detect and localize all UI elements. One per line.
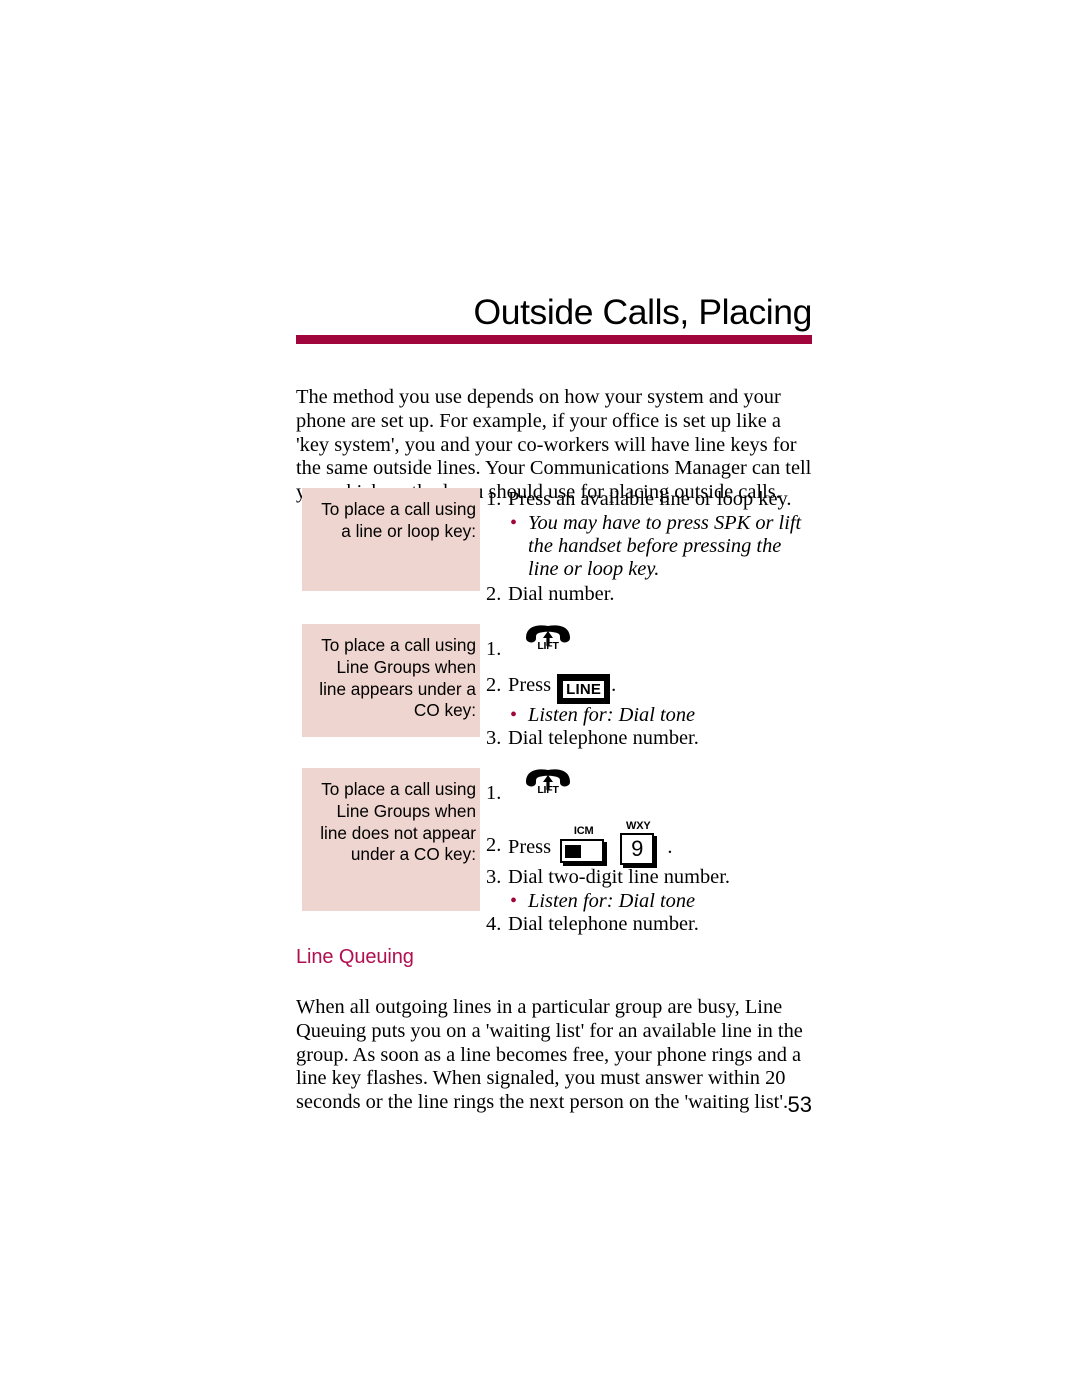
- step-text: Press an available line or loop key.: [508, 488, 792, 510]
- bullet-icon: •: [510, 511, 518, 534]
- digit-key-letters: WXY: [626, 820, 651, 832]
- step-text: Dial telephone number.: [508, 726, 699, 749]
- step-item: 1. Press an available line or loop key.: [486, 488, 816, 512]
- page-number: 53: [787, 1092, 812, 1117]
- lift-icon-label: LIFT: [537, 640, 559, 652]
- step-number: 4.: [486, 912, 502, 935]
- step-number: 2.: [486, 674, 502, 696]
- instruction-block-label: To place a call using a line or loop key…: [302, 488, 480, 591]
- step-number: 3.: [486, 726, 502, 749]
- step-item: 3. Dial two-digit line number.: [486, 866, 816, 890]
- instruction-steps-list: 1. LIFT 2. Press LINE. • Listen for: Dia…: [486, 624, 816, 750]
- instruction-block-co-key-appears: To place a call using Line Groups when l…: [296, 624, 816, 749]
- bullet-icon: •: [510, 889, 518, 912]
- document-page: Outside Calls, Placing The method you us…: [0, 0, 1080, 1397]
- icm-key-icon[interactable]: ICM: [559, 825, 608, 867]
- step-text: Press: [508, 836, 552, 858]
- title-rule-divider: [296, 335, 812, 345]
- icm-key-indicator: [565, 845, 582, 858]
- lift-handset-icon: LIFT: [520, 768, 576, 802]
- step-note-text: Listen for: Dial tone: [528, 889, 696, 912]
- step-note: • You may have to press SPK or lift the …: [486, 512, 816, 582]
- step-text: Dial telephone number.: [508, 912, 699, 935]
- instruction-block-line-or-loop-key: To place a call using a line or loop key…: [296, 488, 816, 608]
- step-suffix: .: [611, 674, 617, 696]
- step-item: 2. Press LINE.: [486, 674, 816, 704]
- instruction-block-co-key-not-appears: To place a call using Line Groups when l…: [296, 768, 816, 935]
- step-text: Dial number.: [508, 583, 615, 606]
- page-header: Outside Calls, Placing: [296, 292, 813, 345]
- step-item: 2. Dial number.: [486, 583, 816, 607]
- bullet-icon: •: [510, 703, 518, 726]
- step-note-text: Listen for: Dial tone: [528, 703, 696, 726]
- lift-icon-label: LIFT: [537, 784, 559, 796]
- step-number: 1.: [486, 782, 502, 804]
- step-number: 2.: [486, 834, 502, 856]
- page-title: Outside Calls, Placing: [473, 292, 813, 332]
- step-text: Press: [508, 674, 552, 696]
- lift-handset-icon: LIFT: [520, 624, 576, 658]
- step-item: 1. LIFT: [486, 624, 816, 670]
- step-number: 2.: [486, 583, 502, 606]
- icm-key-body: [560, 839, 605, 863]
- line-key-label: LINE: [562, 680, 606, 699]
- instruction-block-label: To place a call using Line Groups when l…: [302, 624, 480, 737]
- step-number: 1.: [486, 638, 502, 660]
- step-note-text: You may have to press SPK or lift the ha…: [528, 511, 802, 580]
- step-item: 4. Dial telephone number.: [486, 913, 816, 937]
- instruction-block-label: To place a call using Line Groups when l…: [302, 768, 480, 911]
- instruction-steps-list: 1. Press an available line or loop key. …: [486, 488, 816, 607]
- intro-paragraph: The method you use depends on how your s…: [296, 386, 812, 503]
- step-text: Dial two-digit line number.: [508, 866, 730, 888]
- instruction-steps-list: 1. LIFT 2. Press ICM WXY 9 . 3. Dial two…: [486, 768, 816, 936]
- digit-key-number: 9: [620, 833, 655, 865]
- step-item: 3. Dial telephone number.: [486, 727, 816, 751]
- step-number: 1.: [486, 488, 502, 510]
- icm-key-label: ICM: [573, 825, 594, 837]
- step-number: 3.: [486, 866, 502, 888]
- step-note: • Listen for: Dial tone: [486, 704, 816, 727]
- step-suffix: .: [667, 836, 673, 858]
- step-item: 2. Press ICM WXY 9 .: [486, 820, 816, 866]
- line-key-icon[interactable]: LINE: [557, 674, 611, 704]
- section-heading-line-queuing: Line Queuing: [296, 946, 414, 968]
- step-note: • Listen for: Dial tone: [486, 890, 816, 913]
- digit-nine-key-icon[interactable]: WXY 9: [619, 820, 659, 870]
- step-item: 1. LIFT: [486, 768, 816, 814]
